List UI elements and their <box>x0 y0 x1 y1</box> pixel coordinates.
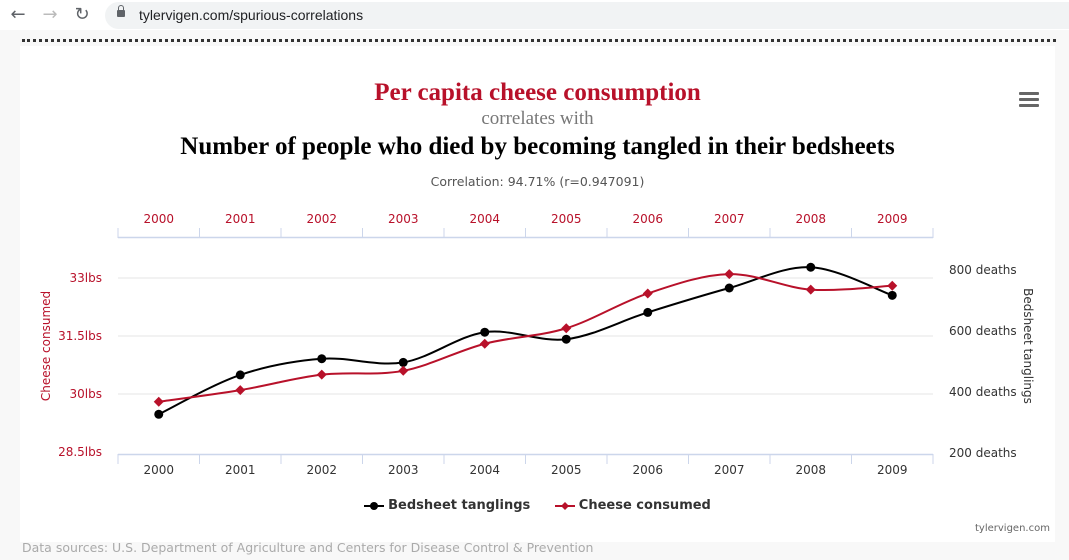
y-axis-label-right: Bedsheet tanglings <box>1021 288 1035 404</box>
y-axis-label-left: Cheese consumed <box>39 291 53 401</box>
x-tick-label-bottom: 2005 <box>551 463 582 477</box>
data-point-cheese-consumed <box>887 280 898 291</box>
x-tick-label-top: 2006 <box>632 212 663 226</box>
x-tick-label-bottom: 2007 <box>714 463 745 477</box>
x-tick-label-top: 2000 <box>143 212 174 226</box>
x-tick-label-top: 2004 <box>469 212 500 226</box>
data-point-cheese-consumed <box>642 288 653 299</box>
x-tick-label-bottom: 2006 <box>632 463 663 477</box>
data-point-bedsheet-tanglings <box>235 370 245 380</box>
x-tick-label-top: 2008 <box>795 212 826 226</box>
y-tick-left: 30lbs <box>70 387 102 401</box>
x-tick-label-bottom: 2001 <box>225 463 256 477</box>
data-point-bedsheet-tanglings <box>154 409 164 419</box>
x-tick-label-bottom: 2000 <box>143 463 174 477</box>
data-point-bedsheet-tanglings <box>806 262 816 272</box>
legend-label: Cheese consumed <box>578 498 711 513</box>
data-point-cheese-consumed <box>398 365 409 376</box>
data-point-cheese-consumed <box>316 369 327 380</box>
data-point-bedsheet-tanglings <box>724 283 734 293</box>
legend-diamond-marker-icon <box>554 501 575 510</box>
chart-svg: 33lbs 31.5lbs 30lbs 28.5lbs 800 deaths 600 de… <box>39 212 1035 477</box>
data-point-bedsheet-tanglings <box>317 354 327 364</box>
data-sources-text: Data sources: U.S. Department of Agricul… <box>22 540 594 555</box>
y-tick-left: 33lbs <box>70 271 102 285</box>
data-point-bedsheet-tanglings <box>398 357 408 367</box>
data-point-cheese-consumed <box>805 284 816 295</box>
x-tick-label-top: 2001 <box>225 212 256 226</box>
data-point-bedsheet-tanglings <box>561 334 571 344</box>
data-point-bedsheet-tanglings <box>643 307 653 317</box>
legend-item-cheese[interactable]: Cheese consumed <box>554 498 711 513</box>
data-point-bedsheet-tanglings <box>480 327 490 337</box>
data-point-bedsheet-tanglings <box>887 290 897 300</box>
legend-item-bedsheet[interactable]: Bedsheet tanglings <box>364 498 530 513</box>
x-tick-label-bottom: 2009 <box>877 463 908 477</box>
x-tick-label-top: 2002 <box>306 212 337 226</box>
y-tick-left: 28.5lbs <box>58 445 102 459</box>
y-tick-right: 800 deaths <box>949 263 1017 277</box>
data-point-cheese-consumed <box>153 396 164 407</box>
x-tick-label-bottom: 2008 <box>795 463 826 477</box>
credit-link[interactable]: tylervigen.com <box>975 523 1050 534</box>
series-line-cheese-consumed <box>158 273 893 403</box>
legend-label: Bedsheet tanglings <box>388 498 531 513</box>
x-tick-label-top: 2007 <box>714 212 745 226</box>
x-tick-label-top: 2009 <box>877 212 908 226</box>
series-line-bedsheet-tanglings <box>158 266 893 416</box>
data-point-cheese-consumed <box>479 338 490 349</box>
y-tick-right: 400 deaths <box>949 385 1017 399</box>
x-tick-label-top: 2003 <box>388 212 419 226</box>
y-tick-right: 200 deaths <box>949 446 1017 460</box>
y-tick-left: 31.5lbs <box>58 329 102 343</box>
data-point-cheese-consumed <box>561 323 572 334</box>
legend-circle-marker-icon <box>364 501 385 510</box>
x-tick-label-bottom: 2004 <box>469 463 500 477</box>
chart-legend: Bedsheet tanglings Cheese consumed <box>0 498 1069 513</box>
x-tick-label-top: 2005 <box>551 212 582 226</box>
y-tick-right: 600 deaths <box>949 324 1017 338</box>
x-tick-label-bottom: 2003 <box>388 463 419 477</box>
x-tick-label-bottom: 2002 <box>306 463 337 477</box>
